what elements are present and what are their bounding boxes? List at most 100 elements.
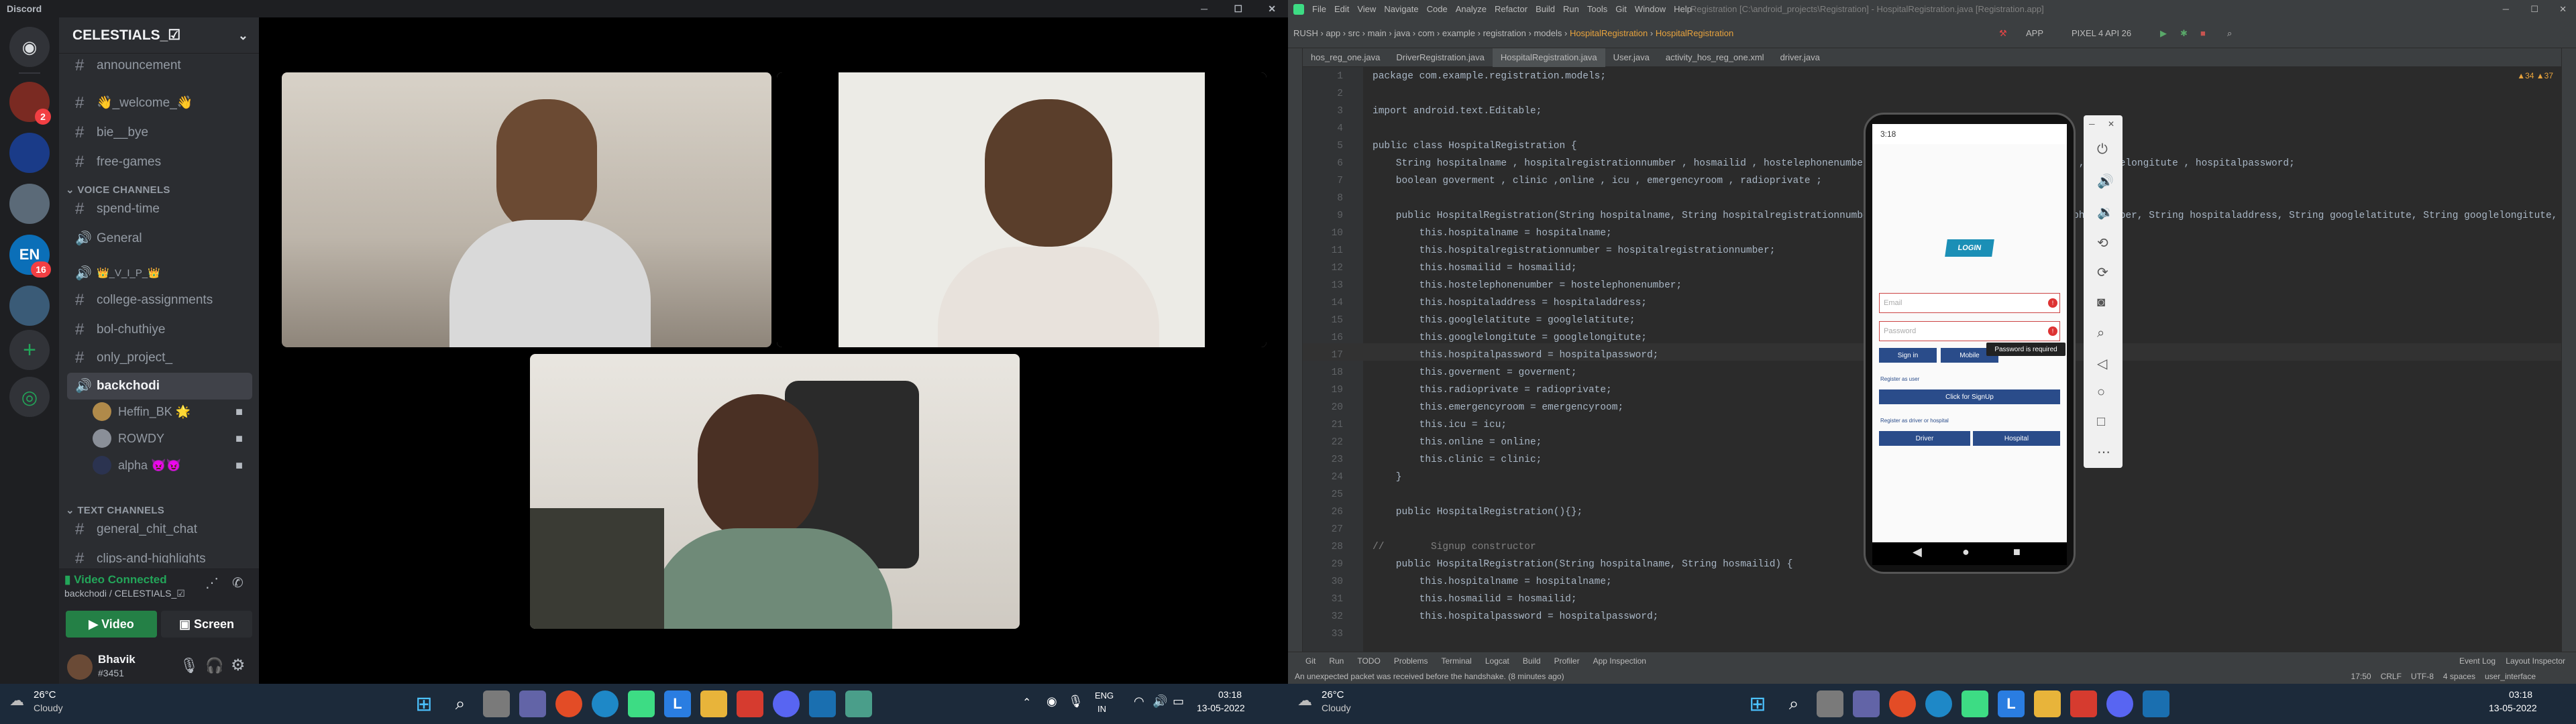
file-explorer-icon[interactable] <box>2034 690 2061 717</box>
run-config-select[interactable]: APP <box>2026 19 2043 48</box>
tab-user[interactable]: User.java <box>1605 48 1658 69</box>
overview-icon[interactable]: □ <box>2097 414 2105 430</box>
voice-channel-vip[interactable]: 🔊 👑_V_I_P_👑 <box>67 260 252 287</box>
disconnect-icon[interactable]: ✆ <box>232 575 244 591</box>
channel-welcome[interactable]: # 👋_welcome_👋 <box>67 90 252 117</box>
close-icon[interactable]: ✕ <box>2108 119 2114 129</box>
volume-up-icon[interactable]: 🔊 <box>2097 173 2114 190</box>
minimize-icon[interactable]: ─ <box>2503 0 2509 19</box>
noise-suppression-icon[interactable]: ⋰ <box>205 575 219 591</box>
voice-channel-general[interactable]: 🔊 General <box>67 225 252 252</box>
encoding[interactable]: UTF-8 <box>2411 669 2434 684</box>
run-icon[interactable]: ▶ <box>2160 19 2167 48</box>
menu-build[interactable]: Build <box>1536 0 1555 19</box>
breadcrumb-item[interactable]: main <box>1368 28 1387 38</box>
start-icon[interactable]: ⊞ <box>1744 690 1771 717</box>
voice-channel-spend-time[interactable]: # spend-time <box>67 196 252 223</box>
maximize-icon[interactable]: ☐ <box>2530 0 2538 19</box>
server-icon[interactable] <box>9 184 50 224</box>
guild-header[interactable]: CELESTIALS_☑ ⌄ <box>59 17 259 54</box>
chrome-icon[interactable] <box>1889 690 1916 717</box>
code-line[interactable]: this.goverment = goverment; <box>1373 367 1577 378</box>
close-icon[interactable]: ✕ <box>2559 0 2567 19</box>
breadcrumb-item[interactable]: java <box>1394 28 1410 38</box>
gear-icon[interactable]: ⚙ <box>231 656 246 675</box>
rotate-left-icon[interactable]: ⟲ <box>2097 235 2108 251</box>
breadcrumb-item[interactable]: RUSH <box>1293 28 1318 38</box>
indent[interactable]: 4 spaces <box>2443 669 2475 684</box>
code-line[interactable]: this.hosmailid = hosmailid; <box>1373 263 1577 274</box>
rotate-right-icon[interactable]: ⟳ <box>2097 264 2108 281</box>
search-icon[interactable]: ⌕ <box>447 690 474 717</box>
menu-edit[interactable]: Edit <box>1334 0 1349 19</box>
video-tile[interactable] <box>777 72 1267 347</box>
emulator-screen[interactable]: 3:18 LOGIN Email ! Password ! Sign in Mo… <box>1872 124 2067 542</box>
weather-temp[interactable]: 26°C <box>34 689 56 701</box>
app-icon[interactable] <box>809 690 836 717</box>
code-line[interactable]: package com.example.registration.models; <box>1373 71 1606 82</box>
menu-navigate[interactable]: Navigate <box>1384 0 1418 19</box>
device-select[interactable]: PIXEL 4 API 26 <box>2072 19 2131 48</box>
zoom-icon[interactable]: ⌕ <box>2097 326 2104 341</box>
breadcrumb-item[interactable]: example <box>1442 28 1475 38</box>
minimize-icon[interactable]: ─ <box>1201 0 1208 17</box>
code-line[interactable]: import android.text.Editable; <box>1373 106 1542 117</box>
channel-only-project[interactable]: # only_project_ <box>67 345 252 371</box>
tool-tab-run[interactable]: Run <box>1329 652 1344 670</box>
voice-channel-backchodi[interactable]: 🔊 backchodi <box>67 373 252 400</box>
tool-tab-problems[interactable]: Problems <box>1394 652 1428 670</box>
menu-file[interactable]: File <box>1312 0 1326 19</box>
sign-in-button[interactable]: Sign in <box>1879 348 1937 363</box>
signup-button[interactable]: Click for SignUp <box>1879 389 2060 404</box>
app-tray-icon[interactable]: ◉ <box>1046 695 1057 709</box>
code-line[interactable]: public HospitalRegistration(){}; <box>1373 507 1582 518</box>
code-line[interactable]: this.googlelatitute = googlelatitute; <box>1373 315 1635 326</box>
app-icon[interactable] <box>2143 690 2169 717</box>
category-voice[interactable]: ⌄ VOICE CHANNELS <box>66 184 170 196</box>
inspection-widget[interactable]: ▲34 ▲37 <box>2517 71 2553 80</box>
menu-refactor[interactable]: Refactor <box>1495 0 1527 19</box>
home-icon[interactable]: ● <box>1962 545 1970 559</box>
voice-user[interactable]: Heffin_BK 🌟 ■ <box>91 400 246 424</box>
code-line[interactable]: this.hostelephonenumber = hostelephonenu… <box>1373 280 1682 291</box>
code-line[interactable]: this.hospitalregistrationnumber = hospit… <box>1373 245 1776 256</box>
server-icon[interactable] <box>9 286 50 326</box>
voice-user[interactable]: ROWDY ■ <box>91 426 246 450</box>
code-line[interactable]: this.online = online; <box>1373 437 1542 448</box>
tool-tab-logcat[interactable]: Logcat <box>1485 652 1509 670</box>
code-line[interactable]: public HospitalRegistration(String hospi… <box>1373 559 1793 570</box>
breadcrumb-item[interactable]: src <box>1348 28 1360 38</box>
line-separator[interactable]: CRLF <box>2381 669 2402 684</box>
video-tile[interactable] <box>530 354 1020 629</box>
password-input[interactable]: Password <box>1879 321 2060 341</box>
code-line[interactable]: this.icu = icu; <box>1373 420 1507 430</box>
channel-college-assignments[interactable]: # college-assignments <box>67 287 252 314</box>
channel-announcement[interactable]: # announcement <box>67 56 252 75</box>
breadcrumb-item[interactable]: app <box>1326 28 1340 38</box>
menu-code[interactable]: Code <box>1427 0 1448 19</box>
code-line[interactable]: boolean goverment , clinic ,online , icu… <box>1373 176 1822 186</box>
tool-tab-terminal[interactable]: Terminal <box>1442 652 1472 670</box>
close-icon[interactable]: ✕ <box>1268 0 1276 17</box>
volume-down-icon[interactable]: 🔉 <box>2097 204 2114 221</box>
tool-tab-profiler[interactable]: Profiler <box>1554 652 1580 670</box>
code-line[interactable]: // Signup constructor <box>1373 542 1536 552</box>
menu-analyze[interactable]: Analyze <box>1456 0 1487 19</box>
add-server-icon[interactable]: + <box>9 330 50 370</box>
category-text[interactable]: ⌄ TEXT CHANNELS <box>66 504 164 516</box>
code-line[interactable]: String hospitalname , hospitalregistrati… <box>1373 158 2295 169</box>
headphones-icon[interactable]: 🎧 <box>205 657 223 674</box>
menu-help[interactable]: Help <box>1674 0 1692 19</box>
battery-icon[interactable]: ▭ <box>1173 695 1184 709</box>
tool-tab-todo[interactable]: TODO <box>1357 652 1380 670</box>
office-icon[interactable] <box>2070 690 2097 717</box>
search-icon[interactable]: ⌕ <box>1780 690 1807 717</box>
tool-tab-app-inspection[interactable]: App Inspection <box>1593 652 1646 670</box>
channel-bol-chuthiye[interactable]: # bol-chuthiye <box>67 316 252 343</box>
back-icon[interactable]: ◀ <box>1913 545 1922 559</box>
code-line[interactable]: this.radioprivate = radioprivate; <box>1373 385 1612 396</box>
video-button[interactable]: ▶ Video <box>66 611 157 638</box>
discord-icon[interactable] <box>773 690 800 717</box>
chat-icon[interactable] <box>1853 690 1880 717</box>
breadcrumb-item[interactable]: com <box>1418 28 1435 38</box>
